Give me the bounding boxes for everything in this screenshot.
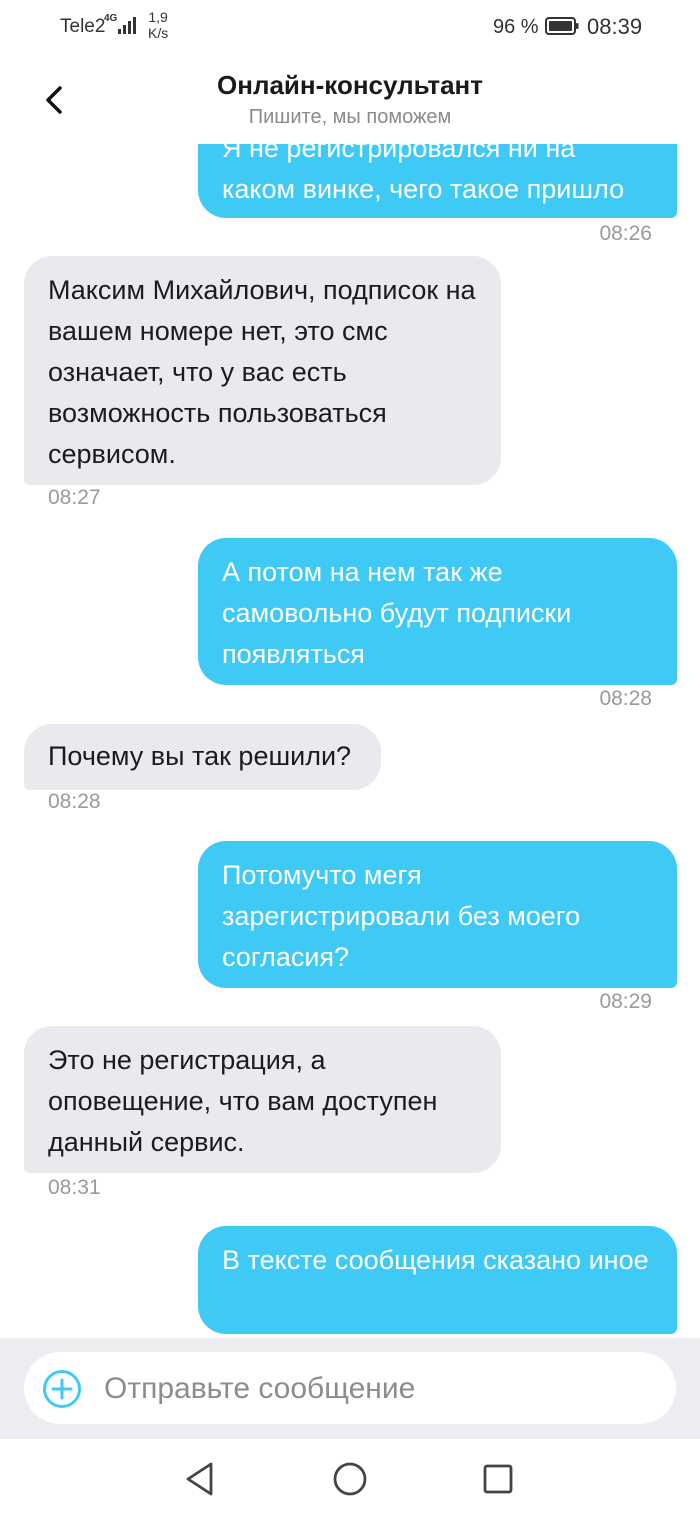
message-list[interactable]: Я не регистрировался ни на каком винке, …	[0, 144, 700, 1338]
message-text: В тексте сообщения сказано иное	[222, 1245, 649, 1275]
message-bubble-outgoing[interactable]: В тексте сообщения сказано иное	[198, 1226, 677, 1334]
message-input[interactable]	[102, 1352, 666, 1426]
chat-header: Онлайн-консультант Пишите, мы поможем	[0, 52, 700, 144]
message-text: Я не регистрировался ни на каком винке, …	[222, 144, 625, 204]
network-speed-unit: K/s	[148, 25, 169, 41]
message-input-container[interactable]	[24, 1352, 676, 1426]
message-bubble-outgoing[interactable]: Я не регистрировался ни на каком винке, …	[198, 144, 677, 218]
network-speed-value: 1,9	[148, 9, 168, 25]
page-title: Онлайн-консультант	[217, 70, 483, 100]
signal-icon	[118, 17, 136, 34]
message-bubble-incoming[interactable]: Почему вы так решили?	[24, 724, 381, 790]
system-nav-bar	[0, 1439, 700, 1517]
network-speed: 1,9 K/s	[148, 9, 168, 41]
recents-square-icon[interactable]	[478, 1459, 518, 1499]
message-time: 08:28	[48, 790, 101, 813]
message-time: 08:29	[599, 990, 652, 1013]
message-bubble-outgoing[interactable]: А потом на нем так же самовольно будут п…	[198, 538, 677, 685]
message-text: А потом на нем так же самовольно будут п…	[222, 557, 572, 669]
message-time: 08:27	[48, 486, 101, 509]
battery-percentage: 96 %	[493, 16, 539, 38]
message-time: 08:26	[599, 222, 652, 245]
message-text: Потомучто мегя зарегистрировали без моег…	[222, 860, 581, 972]
message-text: Почему вы так решили?	[48, 741, 352, 771]
status-time: 08:39	[587, 14, 643, 39]
message-text: Это не регистрация, а оповещение, что ва…	[48, 1045, 438, 1157]
network-type-label: 4G	[104, 13, 118, 24]
carrier-label: Tele2	[60, 16, 106, 37]
message-time: 08:31	[48, 1176, 101, 1199]
message-bubble-incoming[interactable]: Это не регистрация, а оповещение, что ва…	[24, 1026, 501, 1173]
status-bar: Tele2 4G 1,9 K/s 96 % 08:39	[0, 0, 700, 52]
plus-circle-icon[interactable]	[42, 1369, 82, 1409]
message-time: 08:28	[599, 687, 652, 710]
message-text: Максим Михайлович, подписок на вашем ном…	[48, 275, 476, 469]
battery-icon	[545, 17, 579, 35]
home-circle-icon[interactable]	[330, 1459, 370, 1499]
page-subtitle: Пишите, мы поможем	[248, 106, 452, 128]
message-bubble-outgoing[interactable]: Потомучто мегя зарегистрировали без моег…	[198, 841, 677, 988]
back-triangle-icon[interactable]	[180, 1459, 220, 1499]
message-bubble-incoming[interactable]: Максим Михайлович, подписок на вашем ном…	[24, 256, 501, 485]
message-composer	[0, 1338, 700, 1439]
